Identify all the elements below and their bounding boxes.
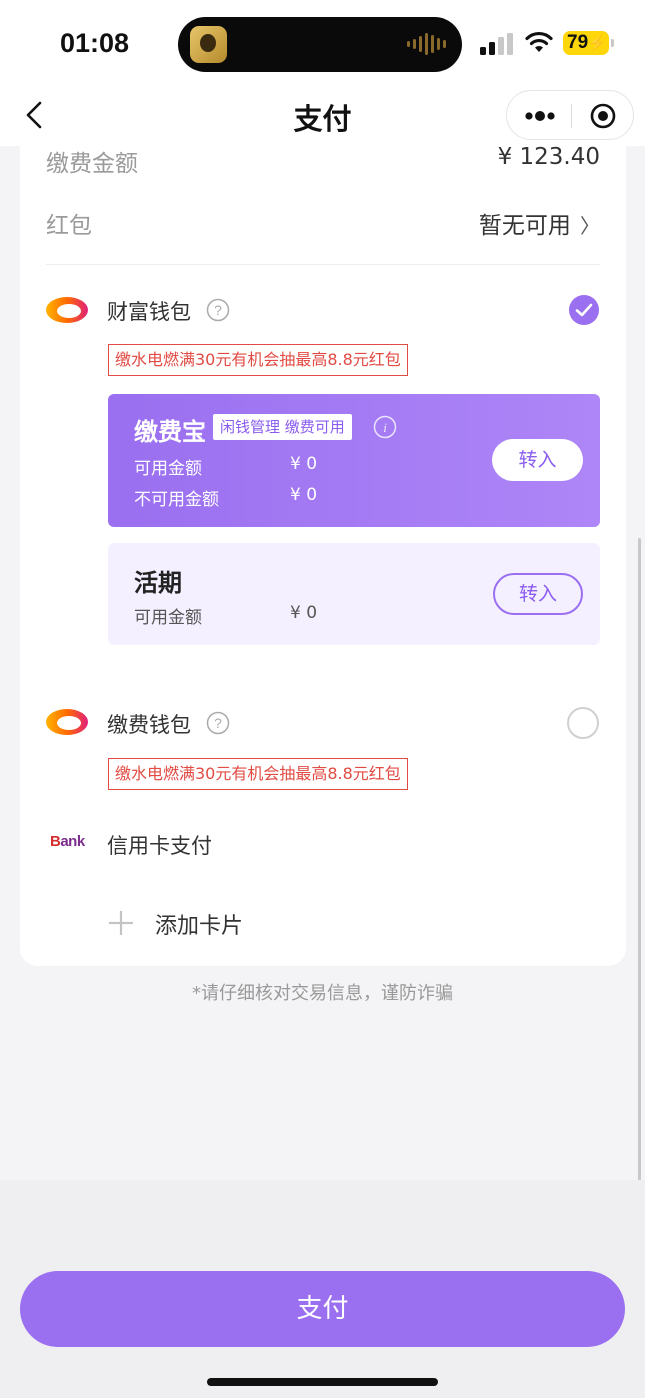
info-icon[interactable]: i xyxy=(373,415,397,439)
help-icon[interactable]: ? xyxy=(206,298,230,322)
svg-text:?: ? xyxy=(214,715,222,731)
available-value: ¥ 0 xyxy=(290,454,318,474)
credit-card-label: 信用卡支付 xyxy=(107,834,212,858)
more-icon[interactable] xyxy=(524,107,556,125)
unavailable-value: ¥ 0 xyxy=(290,485,318,505)
help-icon[interactable]: ? xyxy=(206,711,230,735)
pay-button[interactable]: 支付 xyxy=(20,1271,625,1347)
wallet-cloud-logo-icon xyxy=(46,297,88,323)
close-target-icon[interactable] xyxy=(589,102,617,130)
plus-icon xyxy=(109,911,133,935)
bank-logo: Bank xyxy=(50,833,85,850)
home-indicator[interactable] xyxy=(207,1378,438,1386)
huoqi-title: 活期 xyxy=(134,569,182,597)
selected-check-icon[interactable] xyxy=(568,294,600,326)
charging-bolt-icon: ⚡ xyxy=(588,35,607,52)
security-notice: *请仔细核对交易信息，谨防诈骗 xyxy=(192,983,453,1004)
svg-text:i: i xyxy=(383,420,387,435)
huoqi-available-value: ¥ 0 xyxy=(290,603,318,623)
chevron-right-icon: 〉 xyxy=(580,214,600,238)
scrollbar[interactable] xyxy=(638,538,641,1262)
wallet-name: 缴费钱包 xyxy=(107,713,191,737)
payment-card: 缴费金额 ¥ 123.40 红包 暂无可用 〉 财富钱包 ? 缴水电燃满30元有… xyxy=(20,144,626,966)
wifi-icon xyxy=(525,31,553,52)
section-divider xyxy=(46,264,600,265)
status-bar: 01:08 79⚡ xyxy=(0,0,645,88)
svg-text:?: ? xyxy=(214,302,222,318)
music-app-icon xyxy=(190,26,227,63)
jiaofeibao-box: 缴费宝 闲钱管理 缴费可用 i 可用金额 ¥ 0 不可用金额 ¥ 0 转入 xyxy=(108,394,600,527)
add-card-label: 添加卡片 xyxy=(155,914,244,939)
available-label: 可用金额 xyxy=(134,459,202,479)
jiaofeibao-title: 缴费宝 xyxy=(134,418,206,446)
redpacket-label: 红包 xyxy=(46,213,92,239)
huoqi-transfer-button[interactable]: 转入 xyxy=(493,573,583,615)
redpacket-value: 暂无可用 xyxy=(478,213,571,239)
promo-tag: 缴水电燃满30元有机会抽最高8.8元红包 xyxy=(108,758,408,790)
jiaofeibao-tag: 闲钱管理 缴费可用 xyxy=(213,414,352,440)
unavailable-label: 不可用金额 xyxy=(134,490,219,510)
amount-label: 缴费金额 xyxy=(46,151,138,177)
wallet-cloud-logo-icon xyxy=(46,709,88,735)
nav-bar: 支付 xyxy=(0,88,645,146)
status-time: 01:08 xyxy=(60,28,130,58)
battery-level: 79 xyxy=(567,32,589,53)
huoqi-available-label: 可用金额 xyxy=(134,608,202,628)
unselected-radio[interactable] xyxy=(567,707,599,739)
dynamic-island xyxy=(178,17,462,72)
redpacket-selector[interactable]: 暂无可用 〉 xyxy=(479,206,600,240)
cellular-signal-icon xyxy=(480,33,513,55)
audio-waveform-icon xyxy=(407,31,446,57)
mini-program-capsule xyxy=(506,90,634,140)
huoqi-box: 活期 可用金额 ¥ 0 转入 xyxy=(108,543,600,645)
capsule-divider xyxy=(571,104,572,128)
wallet-name: 财富钱包 xyxy=(107,300,191,324)
jiaofeibao-transfer-button[interactable]: 转入 xyxy=(492,439,583,481)
promo-tag: 缴水电燃满30元有机会抽最高8.8元红包 xyxy=(108,344,408,376)
amount-value: ¥ 123.40 xyxy=(497,144,600,170)
battery-indicator: 79⚡ xyxy=(563,31,614,55)
